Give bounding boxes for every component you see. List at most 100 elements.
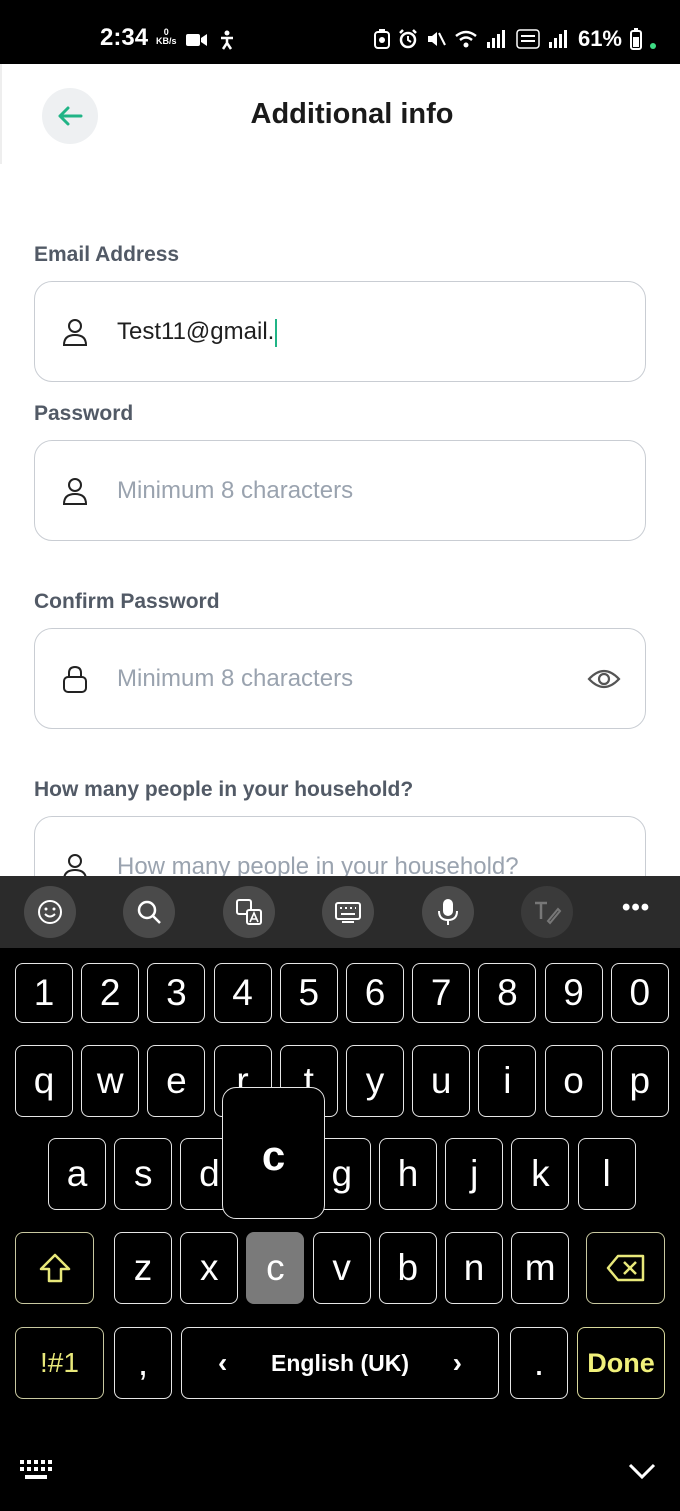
- key-x[interactable]: x: [180, 1232, 239, 1304]
- key-1[interactable]: 1: [15, 963, 73, 1023]
- period-key[interactable]: .: [510, 1327, 568, 1399]
- key-8[interactable]: 8: [478, 963, 537, 1023]
- key-1-label: 1: [33, 972, 55, 1013]
- accessibility-icon: [221, 30, 233, 50]
- done-key-label: Done: [587, 1347, 655, 1378]
- soft-keyboard: ••• 1234567890qwertyuiopasdfghjklzxcvbnm…: [0, 876, 680, 1511]
- signal-strength-icon: [486, 30, 505, 48]
- confirm-password-label: Confirm Password: [34, 590, 220, 613]
- space-key[interactable]: ‹ English (UK) ›: [181, 1327, 499, 1399]
- key-6[interactable]: 6: [346, 963, 404, 1023]
- handwriting-button[interactable]: [521, 886, 573, 938]
- text-cursor: [275, 318, 278, 347]
- header: Additional info: [0, 64, 680, 164]
- key-3[interactable]: 3: [147, 963, 206, 1023]
- shift-key[interactable]: [15, 1232, 94, 1304]
- mute-icon: [427, 32, 446, 46]
- key-k-label: k: [531, 1153, 550, 1194]
- password-input[interactable]: Minimum 8 characters: [117, 477, 353, 505]
- key-z-label: z: [133, 1247, 153, 1288]
- done-key[interactable]: Done: [577, 1327, 665, 1399]
- key-h-label: h: [397, 1153, 419, 1194]
- email-field[interactable]: Test11@gmail.: [34, 281, 646, 382]
- key-i-label: i: [503, 1060, 512, 1101]
- key-s[interactable]: s: [114, 1138, 173, 1210]
- key-w[interactable]: w: [81, 1045, 140, 1117]
- status-bar: 2:34 0 KB/s 61%: [0, 0, 680, 64]
- key-l-label: l: [602, 1153, 611, 1194]
- chevron-down-icon[interactable]: [628, 1462, 656, 1480]
- key-2[interactable]: 2: [81, 963, 140, 1023]
- confirm-password-input[interactable]: Minimum 8 characters: [117, 665, 353, 693]
- eye-icon[interactable]: [587, 667, 621, 691]
- comma-key[interactable]: ,: [114, 1327, 172, 1399]
- video-camera-icon: [186, 34, 207, 46]
- space-left-arrow: ‹: [218, 1347, 228, 1378]
- household-input[interactable]: How many people in your household?: [117, 853, 519, 876]
- key-i[interactable]: i: [478, 1045, 537, 1117]
- key-x-label: x: [199, 1247, 219, 1288]
- key-j[interactable]: j: [445, 1138, 504, 1210]
- key-0[interactable]: 0: [610, 963, 669, 1023]
- key-u[interactable]: u: [412, 1045, 471, 1117]
- key-s-label: s: [133, 1153, 153, 1194]
- key-k[interactable]: k: [511, 1138, 570, 1210]
- key-d-label: d: [199, 1153, 220, 1194]
- key-m-label: m: [524, 1247, 556, 1288]
- network-speed: 0 KB/s: [156, 28, 177, 46]
- key-a[interactable]: a: [48, 1138, 106, 1210]
- key-7[interactable]: 7: [412, 963, 471, 1023]
- confirm-password-field[interactable]: Minimum 8 characters: [34, 628, 646, 729]
- key-n[interactable]: n: [445, 1232, 503, 1304]
- key-4[interactable]: 4: [213, 963, 272, 1023]
- keyboard-search-button[interactable]: [123, 886, 175, 938]
- key-y[interactable]: y: [346, 1045, 404, 1117]
- more-options-icon[interactable]: •••: [622, 894, 650, 922]
- keyboard-grid-icon[interactable]: [20, 1460, 54, 1482]
- search-icon: [137, 900, 161, 924]
- key-o-label: o: [563, 1060, 584, 1101]
- signal-strength-2-icon: [548, 30, 567, 48]
- symbols-key[interactable]: !#1: [15, 1327, 104, 1399]
- status-time: 2:34: [100, 24, 149, 51]
- space-right-arrow: ›: [452, 1347, 462, 1378]
- keyboard-toolbar: •••: [0, 876, 680, 948]
- key-c-label: c: [266, 1247, 285, 1288]
- user-icon: [62, 319, 88, 346]
- voice-input-button[interactable]: [422, 886, 474, 938]
- backspace-key[interactable]: [586, 1232, 665, 1304]
- household-field[interactable]: How many people in your household?: [34, 816, 646, 876]
- key-b[interactable]: b: [378, 1232, 437, 1304]
- key-q[interactable]: q: [15, 1045, 73, 1117]
- battery-saver-icon: [373, 29, 390, 49]
- key-c[interactable]: c: [246, 1232, 305, 1304]
- key-m[interactable]: m: [511, 1232, 570, 1304]
- key-a-label: a: [66, 1153, 88, 1194]
- key-l[interactable]: l: [577, 1138, 636, 1210]
- wifi-icon: [455, 30, 477, 48]
- key-3-label: 3: [166, 972, 187, 1013]
- key-p-label: p: [629, 1060, 651, 1101]
- key-v[interactable]: v: [312, 1232, 371, 1304]
- key-z[interactable]: z: [114, 1232, 172, 1304]
- key-p[interactable]: p: [610, 1045, 669, 1117]
- key-9[interactable]: 9: [544, 963, 603, 1023]
- key-5[interactable]: 5: [279, 963, 338, 1023]
- key-h[interactable]: h: [379, 1138, 437, 1210]
- charging-dot: [650, 43, 656, 49]
- emoji-button[interactable]: [24, 886, 76, 938]
- email-input[interactable]: Test11@gmail.: [117, 318, 278, 347]
- password-field[interactable]: Minimum 8 characters: [34, 440, 646, 541]
- space-label: English (UK): [271, 1349, 409, 1376]
- lock-icon: [63, 665, 87, 693]
- translate-button[interactable]: [223, 886, 275, 938]
- page-title: Additional info: [250, 98, 454, 130]
- keyboard-mode-button[interactable]: [322, 886, 374, 938]
- key-0-label: 0: [629, 972, 651, 1013]
- key-e[interactable]: e: [147, 1045, 206, 1117]
- volte-icon: [516, 29, 540, 49]
- key-o[interactable]: o: [544, 1045, 603, 1117]
- app-screen: Additional info Email Address Test11@gma…: [0, 64, 680, 876]
- key-v-label: v: [332, 1247, 351, 1288]
- microphone-icon: [438, 899, 458, 925]
